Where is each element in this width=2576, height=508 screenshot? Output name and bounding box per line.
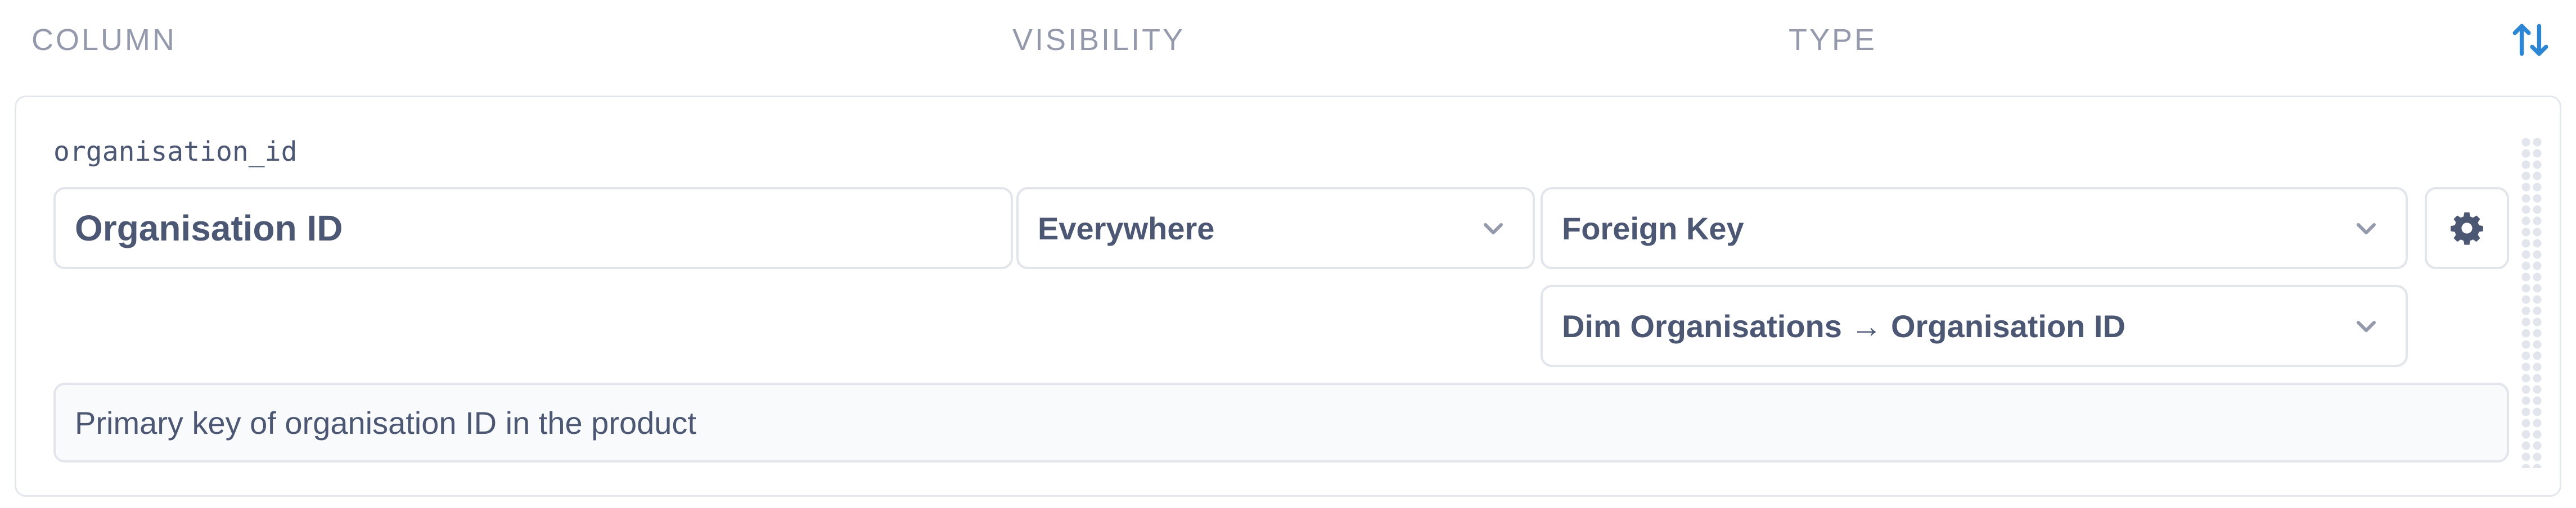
description-input[interactable]: Primary key of organisation ID in the pr… bbox=[53, 383, 2509, 462]
visibility-select[interactable]: Everywhere bbox=[1016, 187, 1535, 269]
field-settings-button[interactable] bbox=[2425, 187, 2509, 269]
description-value: Primary key of organisation ID in the pr… bbox=[75, 405, 696, 441]
chevron-down-icon bbox=[2357, 321, 2376, 332]
column-header-visibility: VISIBILITY bbox=[1012, 23, 1186, 57]
foreign-key-target-select[interactable]: Dim Organisations → Organisation ID bbox=[1541, 285, 2408, 367]
sort-arrows-icon[interactable] bbox=[2510, 19, 2551, 61]
foreign-key-target-value: Dim Organisations → Organisation ID bbox=[1562, 308, 2125, 344]
visibility-value: Everywhere bbox=[1038, 210, 1215, 246]
chevron-down-icon bbox=[1484, 223, 1503, 234]
display-name-input[interactable]: Organisation ID bbox=[53, 187, 1013, 269]
column-header-column: COLUMN bbox=[31, 23, 177, 57]
column-header-type: TYPE bbox=[1789, 23, 1877, 57]
display-name-value: Organisation ID bbox=[75, 208, 343, 248]
gear-icon bbox=[2451, 212, 2483, 245]
chevron-down-icon bbox=[2357, 223, 2376, 234]
semantic-type-value: Foreign Key bbox=[1562, 210, 1744, 246]
semantic-type-select[interactable]: Foreign Key bbox=[1541, 187, 2408, 269]
drag-handle-icon[interactable] bbox=[2520, 137, 2543, 468]
field-id-label: organisation_id bbox=[53, 136, 298, 167]
column-header-row: COLUMN VISIBILITY TYPE bbox=[0, 0, 2576, 84]
field-card: organisation_id Organisation ID Everywhe… bbox=[15, 96, 2561, 497]
